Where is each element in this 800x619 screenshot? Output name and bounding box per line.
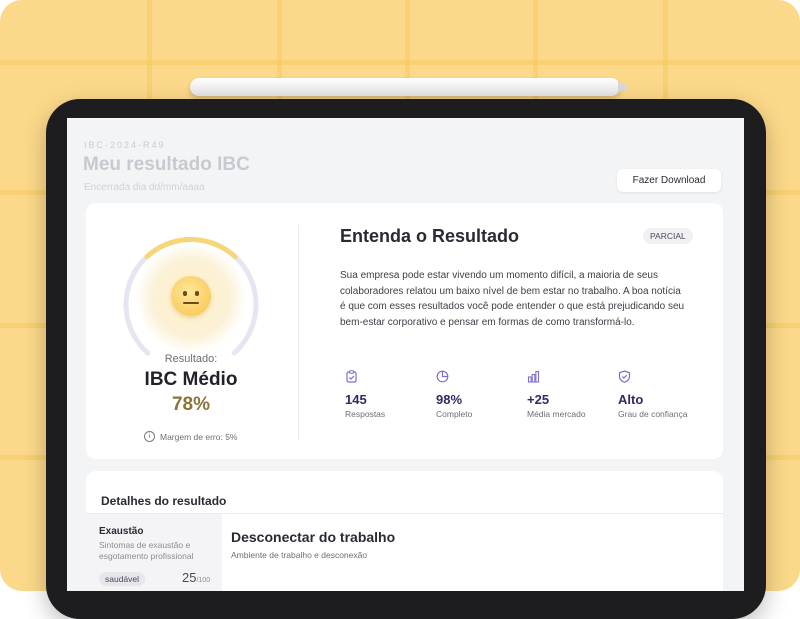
- closed-date: Encerrada dia dd/mm/aaaa: [84, 182, 205, 193]
- result-percentage: 78%: [171, 394, 211, 415]
- detail-main-subtitle: Ambiente de trabalho e desconexão: [231, 550, 368, 560]
- dimension-description: Sintomas de exaustão e esgotamento profi…: [99, 540, 194, 561]
- stat-grau-confianca: Alto Grau de confiança: [618, 370, 708, 419]
- stat-value: 98%: [436, 392, 463, 407]
- result-card: Resultado: IBC Médio 78% i Margem de err…: [86, 203, 723, 459]
- stylus-pencil: [190, 78, 620, 96]
- page-title: Meu resultado IBC: [83, 154, 250, 175]
- details-card: Detalhes do resultado Exaustão Sintomas …: [86, 471, 723, 591]
- bg-grid-line: [0, 60, 800, 65]
- bar-chart-icon: [527, 370, 540, 383]
- shield-check-icon: [618, 370, 631, 383]
- detail-main-title: Desconectar do trabalho: [231, 529, 396, 545]
- explanation-title: Entenda o Resultado: [340, 226, 520, 246]
- score-value: 25: [182, 570, 197, 585]
- stylus-tip: [618, 81, 630, 93]
- details-title: Detalhes do resultado: [101, 494, 227, 508]
- stat-media-mercado: +25 Média mercado: [527, 370, 617, 419]
- stat-label: Média mercado: [527, 409, 586, 419]
- stat-respostas: 145 Respostas: [345, 370, 435, 419]
- result-value: IBC Médio: [144, 369, 238, 390]
- dimension-title: Exaustão: [99, 526, 144, 537]
- explanation-text: Sua empresa pode estar vivendo um moment…: [340, 270, 685, 328]
- download-button[interactable]: Fazer Download: [617, 169, 721, 192]
- stat-completo: 98% Completo: [436, 370, 526, 419]
- dimension-score: 25/100: [182, 570, 210, 585]
- stat-label: Respostas: [345, 409, 386, 419]
- clipboard-check-icon: [346, 370, 357, 383]
- neutral-face-icon: [171, 276, 211, 316]
- stat-label: Completo: [436, 409, 473, 419]
- status-badge: PARCIAL: [643, 228, 693, 244]
- margin-of-error: i Margem de erro: 5%: [144, 431, 237, 442]
- dimension-status-badge: saudável: [99, 572, 146, 586]
- stat-value: Alto: [618, 392, 644, 407]
- tablet-screen: IBC-2024-R49 Meu resultado IBC Encerrada…: [67, 118, 744, 591]
- pie-chart-icon: [436, 370, 449, 383]
- score-max: /100: [196, 577, 211, 584]
- stat-value: +25: [527, 392, 550, 407]
- stat-value: 145: [345, 392, 367, 407]
- margin-text: Margem de erro: 5%: [160, 431, 238, 442]
- stat-label: Grau de confiança: [618, 409, 688, 419]
- card-divider: [298, 225, 299, 440]
- report-code: IBC-2024-R49: [84, 140, 166, 150]
- info-icon: i: [144, 431, 155, 442]
- dimension-item-exaustao[interactable]: Exaustão Sintomas de exaustão e esgotame…: [86, 514, 222, 591]
- result-label: Resultado:: [164, 353, 218, 365]
